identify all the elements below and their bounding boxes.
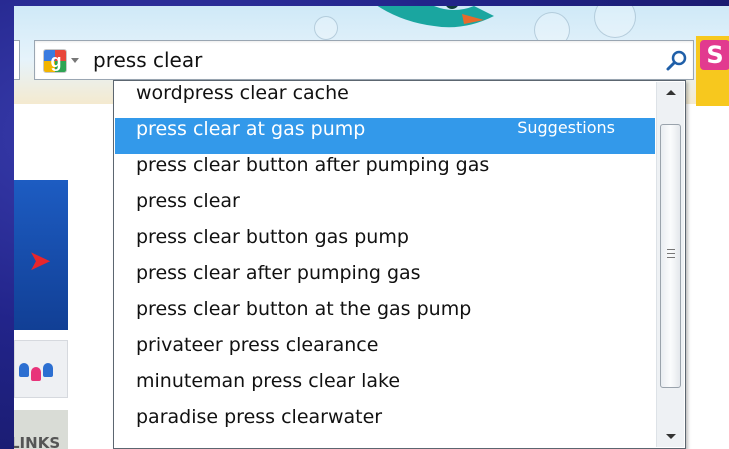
- arrow-right-icon: ➤: [28, 244, 52, 277]
- suggestions-label: Suggestions: [517, 118, 615, 137]
- suggestion-text: press clear: [136, 190, 240, 212]
- suggestion-item[interactable]: press clear: [115, 190, 655, 226]
- google-g-icon[interactable]: g: [43, 49, 67, 73]
- side-nav-block[interactable]: ➤: [14, 180, 68, 330]
- address-bar-edge[interactable]: [14, 40, 20, 80]
- suggestion-item[interactable]: minuteman press clear lake: [115, 370, 655, 406]
- search-input[interactable]: [93, 47, 653, 73]
- suggestion-text: press clear button gas pump: [136, 226, 409, 248]
- chevron-down-icon[interactable]: [71, 58, 79, 63]
- search-box[interactable]: g: [34, 40, 694, 80]
- search-button[interactable]: [663, 47, 691, 75]
- suggestion-item[interactable]: press clear after pumping gas: [115, 262, 655, 298]
- magnifier-icon: [666, 50, 687, 71]
- suggestion-item[interactable]: paradise press clearwater: [115, 406, 655, 442]
- scroll-up-arrow-icon[interactable]: [657, 82, 684, 104]
- suggestions-list: wordpress clear cache press clear at gas…: [115, 82, 655, 442]
- suggestions-dropdown: wordpress clear cache press clear at gas…: [113, 80, 686, 449]
- person-icon: [19, 363, 29, 377]
- suggestion-text: wordpress clear cache: [136, 82, 349, 104]
- dropdown-scrollbar[interactable]: [656, 82, 684, 447]
- suggestion-item[interactable]: privateer press clearance: [115, 334, 655, 370]
- suggestion-text: minuteman press clear lake: [136, 370, 401, 392]
- suggestion-item[interactable]: press clear button gas pump: [115, 226, 655, 262]
- suggestion-text: press clear button after pumping gas: [136, 154, 490, 176]
- suggestion-item-selected[interactable]: press clear at gas pump Suggestions: [115, 118, 655, 154]
- browser-window: S g ➤ LINKS wordpress clear cache press …: [14, 6, 729, 449]
- bubble-decoration: [594, 6, 636, 38]
- people-icon-tile[interactable]: [14, 340, 68, 398]
- doodle-decoration: S: [696, 36, 729, 106]
- suggestion-text: press clear at gas pump: [136, 118, 366, 140]
- suggestion-text: press clear button at the gas pump: [136, 298, 472, 320]
- grip-icon: [667, 249, 675, 261]
- person-icon: [31, 367, 41, 381]
- suggestion-item[interactable]: press clear button at the gas pump: [115, 298, 655, 334]
- person-icon: [43, 363, 53, 377]
- scrollbar-thumb[interactable]: [660, 124, 681, 388]
- suggestion-text: press clear after pumping gas: [136, 262, 421, 284]
- suggestion-text: paradise press clearwater: [136, 406, 383, 428]
- suggestion-text: privateer press clearance: [136, 334, 379, 356]
- suggestion-item[interactable]: wordpress clear cache: [115, 82, 655, 118]
- links-tab[interactable]: LINKS: [14, 410, 68, 449]
- suggestion-item[interactable]: press clear button after pumping gas: [115, 154, 655, 190]
- bubble-decoration: [314, 16, 338, 40]
- doodle-letter-icon: S: [700, 40, 729, 70]
- scroll-down-arrow-icon[interactable]: [657, 425, 684, 447]
